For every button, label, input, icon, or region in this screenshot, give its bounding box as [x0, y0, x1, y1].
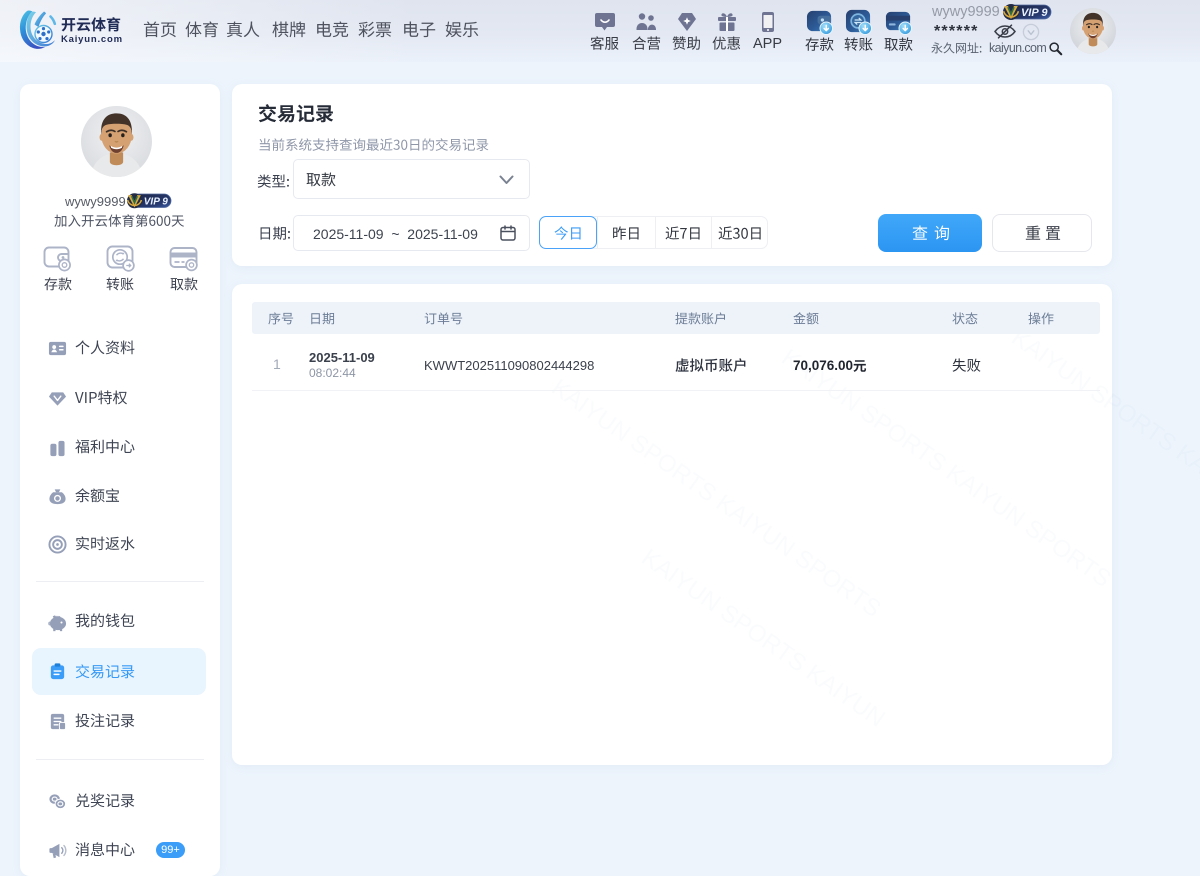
svg-text:VIP 9: VIP 9 [144, 197, 169, 208]
svg-text:VIP 9: VIP 9 [1021, 7, 1048, 19]
